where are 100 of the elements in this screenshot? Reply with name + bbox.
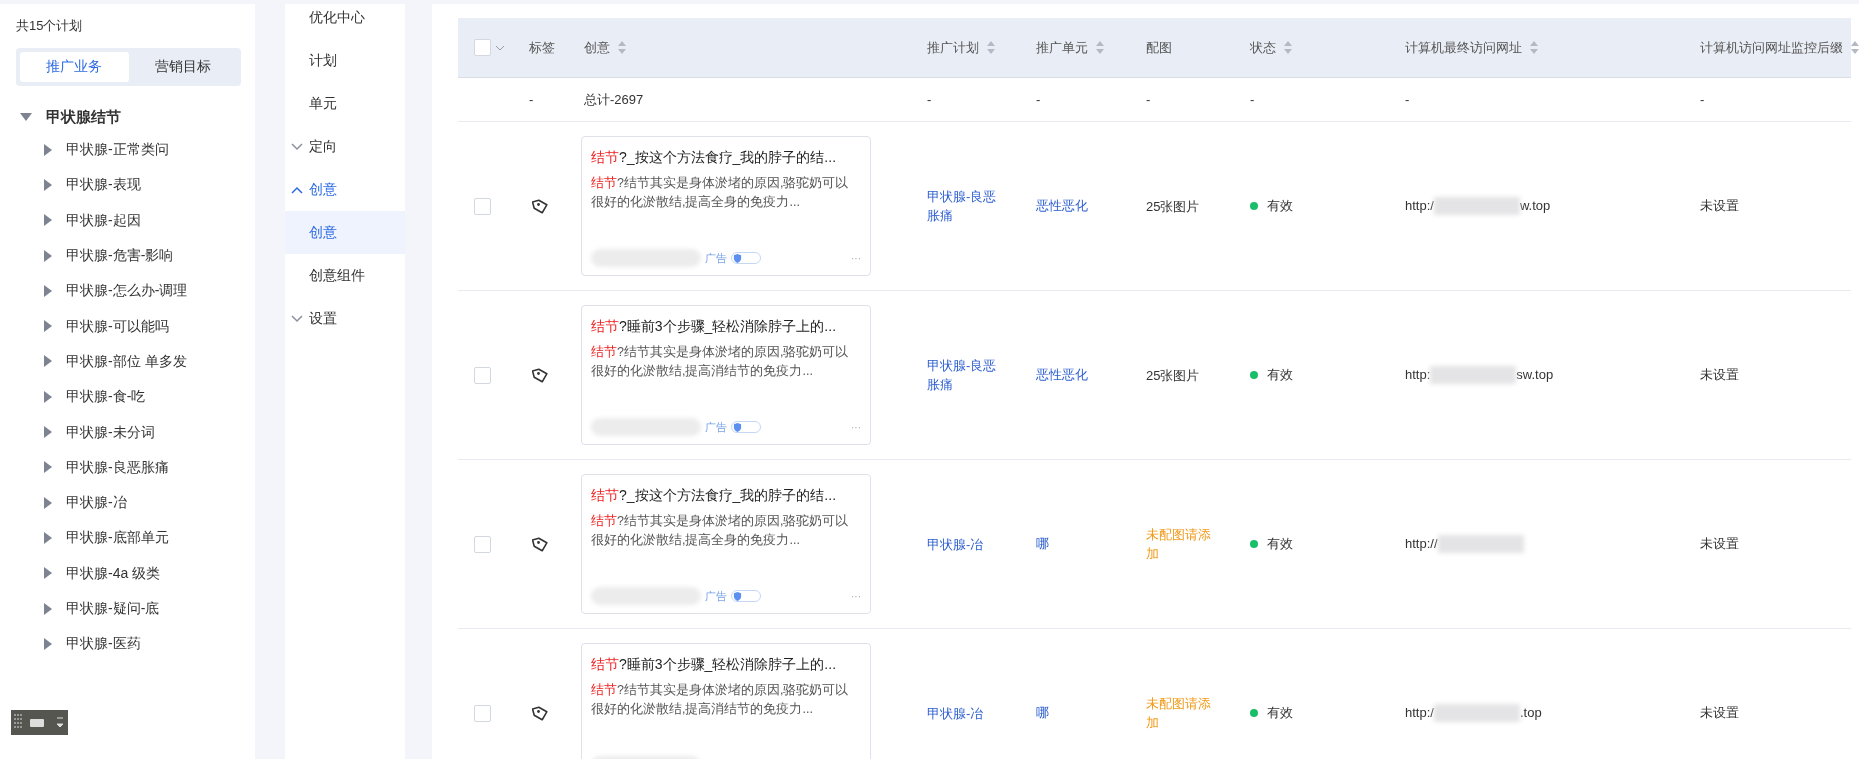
checkbox[interactable]: [474, 535, 491, 553]
total-cell-text: -: [1699, 90, 1706, 109]
tree-item-label[interactable]: 甲状腺-冶: [66, 492, 127, 514]
expand-triangle-icon[interactable]: [44, 567, 52, 580]
checkbox[interactable]: [474, 704, 491, 722]
total-cell-text: -: [1035, 90, 1042, 109]
tree-item-label[interactable]: 甲状腺-医药: [66, 633, 141, 655]
nav-group-label[interactable]: 创意: [309, 179, 337, 200]
unit-link[interactable]: 哪: [1027, 703, 1137, 723]
tree-item-label[interactable]: 甲状腺-危害-影响: [66, 245, 174, 267]
nav-subitem[interactable]: 创意组件: [285, 254, 405, 297]
expand-triangle-icon[interactable]: [44, 637, 52, 650]
tree-item-label[interactable]: 甲状腺-表现: [66, 174, 141, 196]
tree-item-label[interactable]: 甲状腺-疑问-底: [66, 598, 160, 619]
nav-group-label[interactable]: 设置: [309, 308, 337, 329]
checkbox[interactable]: [474, 197, 491, 215]
nav-subitem[interactable]: 创意: [285, 211, 405, 254]
nav-item[interactable]: 计划: [309, 50, 337, 71]
tree-item-label[interactable]: 甲状腺-正常类问: [66, 139, 169, 161]
expand-triangle-icon[interactable]: [44, 143, 52, 156]
ad-title: 结节?睡前3个步骤_轻松消除脖子上的...: [591, 655, 838, 674]
suffix-cell-text: 未设置: [1699, 535, 1740, 554]
nav-item[interactable]: 优化中心: [309, 7, 365, 28]
expand-triangle-icon[interactable]: [44, 496, 52, 509]
segment-tab[interactable]: 推广业务: [20, 51, 129, 82]
images-cell-text: 25张图片: [1145, 197, 1201, 216]
tag-icon[interactable]: [532, 704, 549, 722]
nav-item[interactable]: 单元: [309, 93, 337, 114]
ad-preview-card[interactable]: 结节?睡前3个步骤_轻松消除脖子上的... 结节?结节其实是身体淤堵的原因,骆驼奶可以很好的化淤散结,提高消结节的免疫力... 广告 ···: [581, 305, 871, 445]
checkbox[interactable]: [474, 39, 491, 56]
expand-triangle-icon[interactable]: [44, 178, 52, 191]
unit-link[interactable]: 哪: [1027, 534, 1137, 554]
tag-icon[interactable]: [532, 366, 549, 384]
ad-title: 结节?_按这个方法食疗_我的脖子的结...: [591, 148, 838, 167]
segment-tab[interactable]: 营销目标: [128, 51, 237, 82]
status-label: 有效: [1267, 704, 1293, 723]
column-header: 推广计划: [927, 38, 979, 57]
nav-group-label[interactable]: 定向: [309, 136, 337, 157]
column-header: 计算机访问网址监控后缀: [1700, 38, 1843, 57]
tag-icon[interactable]: [532, 197, 549, 215]
checkbox[interactable]: [474, 366, 491, 384]
total-cell-text: 总计-2697: [583, 90, 645, 109]
status-label: 有效: [1267, 197, 1293, 216]
expand-triangle-icon[interactable]: [44, 531, 52, 544]
tag-icon[interactable]: [532, 535, 549, 553]
unit-link[interactable]: 恶性恶化: [1027, 196, 1137, 216]
plan-link[interactable]: 甲状腺-冶: [918, 534, 1027, 554]
keyboard-toolbar-drawing[interactable]: [11, 710, 68, 735]
ad-label: 广告: [705, 250, 727, 266]
expand-triangle-icon[interactable]: [44, 426, 52, 438]
chevron-down-icon[interactable]: [495, 44, 505, 51]
total-cell-text: -: [1249, 90, 1256, 109]
chevron-down-icon[interactable]: [291, 314, 303, 323]
ad-preview-card[interactable]: 结节?_按这个方法食疗_我的脖子的结... 结节?结节其实是身体淤堵的原因,骆驼奶可以很好的化淤散结,提高全身的免疫力... 广告 ···: [581, 474, 871, 614]
chevron-up-icon[interactable]: [291, 185, 303, 194]
url-start: http:/: [1405, 197, 1434, 216]
plan-link[interactable]: 甲状腺-良恶胀痛: [918, 356, 1027, 394]
suffix-cell-text: 未设置: [1699, 197, 1740, 216]
ad-label: 广告: [705, 419, 727, 435]
images-cell-text: 25张图片: [1145, 366, 1201, 385]
unit-link[interactable]: 恶性恶化: [1027, 365, 1137, 385]
tree-item-label[interactable]: 甲状腺-底部单元: [66, 527, 169, 549]
column-header: 配图: [1146, 38, 1172, 57]
expand-triangle-icon[interactable]: [44, 320, 52, 333]
plan-link[interactable]: 甲状腺-冶: [918, 703, 1027, 723]
ad-description: 结节?结节其实是身体淤堵的原因,骆驼奶可以很好的化淤散结,提高消结节的免疫力...: [591, 344, 850, 380]
status-label: 有效: [1267, 366, 1293, 385]
column-header: 创意: [584, 38, 610, 57]
status-label: 有效: [1267, 535, 1293, 554]
expand-triangle-icon[interactable]: [44, 249, 52, 262]
tree-item-label[interactable]: 甲状腺-良恶胀痛: [66, 456, 169, 478]
chevron-down-icon[interactable]: [291, 142, 303, 151]
expand-triangle-icon[interactable]: [44, 214, 52, 227]
ad-preview-card[interactable]: 结节?睡前3个步骤_轻松消除脖子上的... 结节?结节其实是身体淤堵的原因,骆驼奶可以很好的化淤散结,提高消结节的免疫力...: [581, 643, 871, 759]
tree-item-label[interactable]: 甲状腺-可以能吗: [66, 315, 169, 337]
ad-description: 结节?结节其实是身体淤堵的原因,骆驼奶可以很好的化淤散结,提高全身的免疫力...: [591, 513, 850, 549]
total-cell-text: -: [926, 90, 933, 109]
tree-item-label[interactable]: 甲状腺-怎么办-调理: [66, 280, 188, 302]
suffix-cell-text: 未设置: [1699, 366, 1740, 385]
plan-link[interactable]: 甲状腺-良恶胀痛: [918, 187, 1027, 225]
collapse-triangle-icon[interactable]: [20, 112, 32, 121]
tree-item-label[interactable]: 甲状腺-起因: [66, 209, 141, 231]
tree-root-label[interactable]: 甲状腺结节: [46, 105, 121, 128]
ad-preview-card[interactable]: 结节?_按这个方法食疗_我的脖子的结... 结节?结节其实是身体淤堵的原因,骆驼奶可以很好的化淤散结,提高全身的免疫力... 广告 ···: [581, 136, 871, 276]
url-end: .top: [1519, 704, 1542, 723]
expand-triangle-icon[interactable]: [44, 461, 52, 474]
total-cell-text: -: [1404, 90, 1411, 109]
expand-triangle-icon[interactable]: [44, 390, 52, 403]
column-header: 计算机最终访问网址: [1405, 38, 1522, 57]
expand-triangle-icon[interactable]: [44, 284, 52, 297]
tree-item-label[interactable]: 甲状腺-4a 级类: [66, 562, 161, 584]
ad-description: 结节?结节其实是身体淤堵的原因,骆驼奶可以很好的化淤散结,提高消结节的免疫力...: [591, 682, 850, 718]
ad-label: 广告: [705, 588, 727, 604]
tree-item-label[interactable]: 甲状腺-食-吃: [66, 386, 146, 408]
expand-triangle-icon[interactable]: [44, 602, 52, 615]
tree-item-label[interactable]: 甲状腺-部位 单多发: [66, 350, 187, 372]
tree-item-label[interactable]: 甲状腺-未分词: [66, 421, 155, 443]
expand-triangle-icon[interactable]: [44, 355, 52, 368]
ad-title: 结节?睡前3个步骤_轻松消除脖子上的...: [591, 317, 838, 336]
ad-title: 结节?_按这个方法食疗_我的脖子的结...: [591, 486, 838, 505]
